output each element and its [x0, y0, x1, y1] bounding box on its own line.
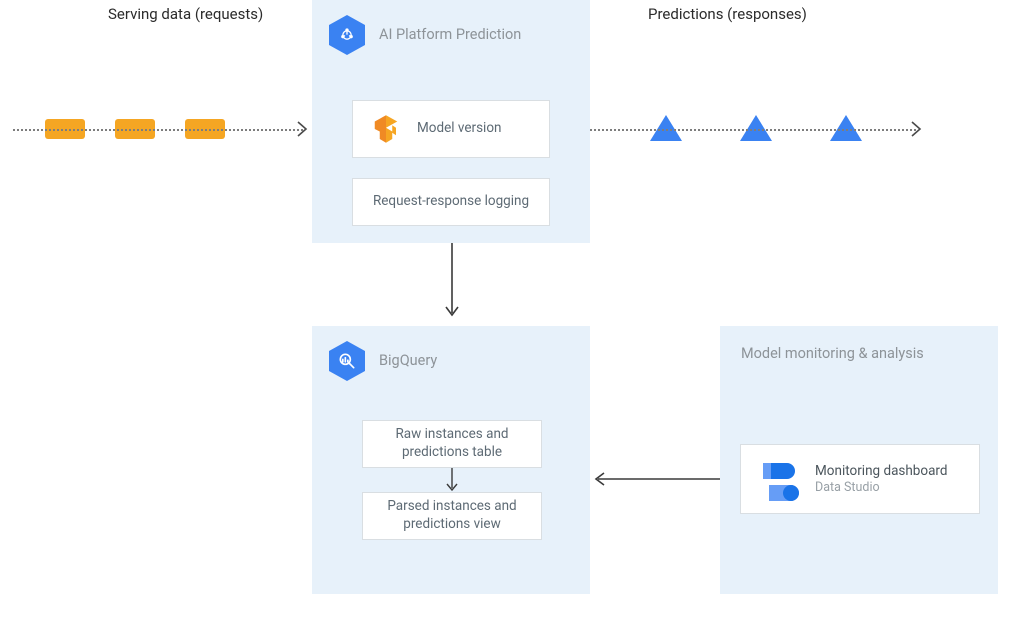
- serving-data-label: Serving data (requests): [108, 5, 263, 23]
- response-triangle: [740, 115, 772, 141]
- response-triangle: [650, 115, 682, 141]
- ai-platform-title: AI Platform Prediction: [379, 26, 521, 44]
- ai-platform-icon: [329, 15, 365, 55]
- raw-instances-label: Raw instances and predictions table: [375, 426, 529, 461]
- arrow-left-icon: [590, 472, 722, 486]
- request-response-logging-card: Request-response logging: [352, 178, 550, 226]
- raw-instances-card: Raw instances and predictions table: [362, 420, 542, 468]
- flow-line-left: [13, 129, 303, 131]
- bigquery-title: BigQuery: [379, 352, 437, 370]
- model-version-card: Model version: [352, 100, 550, 158]
- dashboard-sub-label: Data Studio: [815, 480, 948, 495]
- parsed-instances-card: Parsed instances and predictions view: [362, 492, 542, 540]
- parsed-instances-label: Parsed instances and predictions view: [375, 498, 529, 533]
- data-studio-icon: [755, 455, 803, 503]
- response-triangle: [830, 115, 862, 141]
- rr-logging-label: Request-response logging: [373, 193, 529, 211]
- model-version-label: Model version: [417, 120, 501, 138]
- monitoring-title: Model monitoring & analysis: [741, 345, 924, 363]
- predictions-label: Predictions (responses): [648, 5, 807, 23]
- dashboard-label: Monitoring dashboard: [815, 463, 948, 481]
- bigquery-icon: [329, 341, 365, 381]
- tensorflow-icon: [371, 114, 401, 144]
- flow-line-right: [590, 129, 916, 131]
- monitoring-dashboard-card: Monitoring dashboard Data Studio: [740, 444, 980, 514]
- arrow-down-icon: [446, 243, 458, 323]
